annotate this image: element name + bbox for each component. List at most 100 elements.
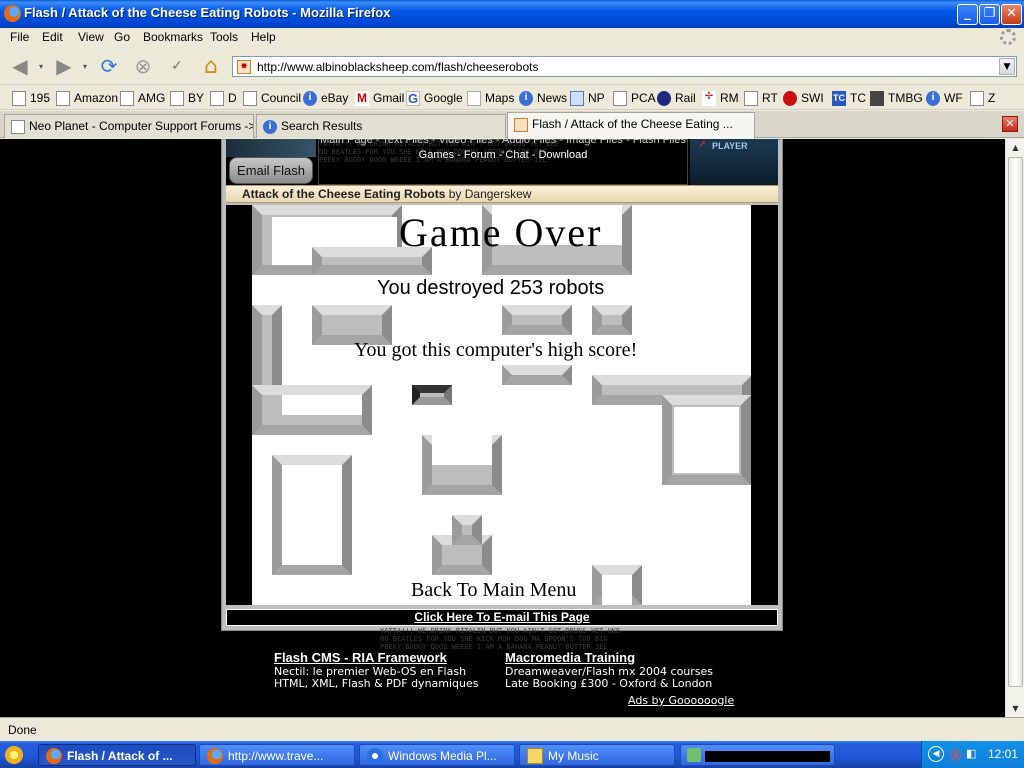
flash-player-button[interactable]: ➚ PLAYER — [690, 139, 778, 185]
back-history-dropdown[interactable]: ▾ — [36, 53, 46, 79]
volume-icon[interactable]: ◧ — [966, 747, 976, 760]
maze-wall — [502, 365, 572, 385]
ad-flash-cms[interactable]: Flash CMS - RIA Framework Nectil: le pre… — [274, 651, 479, 690]
menu-tools[interactable]: Tools — [210, 30, 238, 44]
bookmark-council[interactable]: Council — [243, 90, 301, 106]
high-score-message: You got this computer's high score! — [354, 339, 638, 361]
minimize-button[interactable]: _ — [957, 4, 978, 25]
bookmark-rail[interactable]: Rail — [657, 90, 696, 106]
system-tray: ◀ ⓐ ◧ 12:01 — [921, 741, 1024, 768]
ad-title[interactable]: Macromedia Training — [505, 651, 713, 664]
bookmark-wf[interactable]: i WF — [926, 90, 963, 106]
menu-bookmarks[interactable]: Bookmarks — [143, 30, 203, 44]
bookmark-amg[interactable]: AMG — [120, 90, 165, 106]
scroll-down-icon[interactable]: ▼ — [1008, 701, 1023, 716]
menu-go[interactable]: Go — [114, 30, 130, 44]
tab-neo-planet[interactable]: Neo Planet - Computer Support Forums -> … — [4, 114, 254, 138]
bookmark-tc[interactable]: TC TC — [832, 90, 866, 106]
url-text: http://www.albinoblacksheep.com/flash/ch… — [257, 60, 539, 74]
forward-history-dropdown[interactable]: ▾ — [80, 53, 90, 79]
page-icon — [210, 90, 224, 106]
url-dropdown-icon[interactable]: ▼ — [999, 58, 1015, 75]
tray-expand-icon[interactable]: ◀ — [928, 746, 944, 762]
menu-help[interactable]: Help — [251, 30, 276, 44]
header-art — [226, 139, 316, 157]
email-page-link[interactable]: Click Here To E-mail This Page — [226, 609, 778, 626]
start-icon[interactable] — [2, 744, 26, 766]
page-icon — [11, 120, 25, 134]
bookmark-d[interactable]: D — [210, 90, 237, 106]
site-nav: YATTA!!! WE DRINK RITALIN BUT YOU AIN'T … — [318, 139, 688, 185]
game-title-strip: Attack of the Cheese Eating Robots by Da… — [226, 185, 778, 203]
menu-edit[interactable]: Edit — [42, 30, 63, 44]
page-icon — [12, 90, 26, 106]
tab-search-results[interactable]: i Search Results — [256, 114, 506, 138]
ad-macromedia-training[interactable]: Macromedia Training Dreamweaver/Flash mx… — [505, 651, 713, 690]
menu-file[interactable]: File — [10, 30, 29, 44]
tray-app-icon[interactable]: ⓐ — [950, 747, 961, 763]
bookmark-rt[interactable]: RT — [744, 90, 778, 106]
bookmark-z[interactable]: Z — [970, 90, 995, 106]
page-icon — [56, 90, 70, 106]
bookmark-google[interactable]: G Google — [406, 90, 463, 106]
forward-icon[interactable]: ▶ — [50, 53, 78, 79]
taskbar-item-media-player[interactable]: Windows Media Pl... — [359, 744, 515, 766]
reload-icon[interactable]: ⟳ — [95, 53, 123, 79]
maximize-button[interactable]: ❐ — [979, 4, 1000, 25]
taskbar-item-firefox-2[interactable]: http://www.trave... — [199, 744, 355, 766]
folder-icon — [527, 748, 543, 764]
redaction-bar — [705, 751, 830, 762]
close-button[interactable]: ✕ — [1001, 4, 1022, 25]
bookmark-gmail[interactable]: M Gmail — [355, 90, 404, 106]
ad-title[interactable]: Flash CMS - RIA Framework — [274, 651, 479, 664]
bookmark-pca[interactable]: PCA — [613, 90, 656, 106]
tc-icon: TC — [832, 90, 846, 106]
bookmark-ebay[interactable]: i eBay — [303, 90, 348, 106]
arrow-icon: ➚ — [698, 139, 707, 150]
maze-gap — [282, 395, 362, 415]
scroll-up-icon[interactable]: ▲ — [1008, 140, 1023, 155]
score-message: You destroyed 253 robots — [377, 277, 605, 299]
ad-line: Late Booking £300 - Oxford & London — [505, 677, 713, 690]
status-bar: Done — [0, 717, 1024, 741]
spellcheck-icon[interactable]: ✓ — [163, 53, 191, 79]
close-tab-icon[interactable]: ✕ — [1002, 116, 1018, 132]
back-icon[interactable]: ◀ — [6, 53, 34, 79]
clock: 12:01 — [987, 747, 1018, 761]
gmail-icon: M — [355, 90, 369, 106]
maps-icon — [467, 90, 481, 106]
bookmark-amazon[interactable]: Amazon — [56, 90, 118, 106]
ads-by-google-link[interactable]: Ads by Goooooogle — [628, 694, 734, 707]
bookmark-news[interactable]: i News — [519, 90, 567, 106]
site-favicon — [514, 118, 528, 132]
tab-cheese-robots[interactable]: Flash / Attack of the Cheese Eating ... — [507, 112, 755, 139]
bookmark-rm[interactable]: ✢ RM — [702, 90, 739, 106]
back-to-main-menu-button[interactable]: Back To Main Menu — [411, 579, 576, 602]
bookmark-by[interactable]: BY — [170, 90, 204, 106]
taskbar-item-my-music[interactable]: My Music — [519, 744, 675, 766]
scroll-thumb[interactable] — [1008, 157, 1023, 687]
player-label: PLAYER — [712, 141, 748, 151]
taskbar-item-redacted[interactable] — [680, 744, 835, 766]
np-icon — [570, 90, 584, 106]
url-bar[interactable]: ✸ http://www.albinoblacksheep.com/flash/… — [232, 56, 1017, 77]
title-bar[interactable]: Flash / Attack of the Cheese Eating Robo… — [0, 0, 1024, 28]
info-icon: i — [519, 90, 533, 106]
status-text: Done — [8, 723, 37, 737]
bookmark-tmbg[interactable]: TMBG — [870, 90, 923, 106]
vertical-scrollbar[interactable]: ▲ ▼ — [1005, 139, 1024, 717]
game-stage[interactable]: Game Over You destroyed 253 robots You g… — [252, 205, 751, 605]
bookmark-np[interactable]: NP — [570, 90, 605, 106]
media-player-icon — [367, 748, 383, 764]
menu-view[interactable]: View — [78, 30, 104, 44]
firefox-icon — [4, 5, 21, 22]
stop-icon[interactable]: ⊗ — [129, 53, 157, 79]
home-icon[interactable]: ⌂ — [197, 53, 225, 79]
site-nav-line2[interactable]: Games - Forum - Chat - Download — [319, 149, 687, 161]
bookmark-maps[interactable]: Maps — [467, 90, 514, 106]
email-flash-button[interactable]: Email Flash — [229, 157, 313, 184]
bookmark-swi[interactable]: SWI — [783, 90, 824, 106]
bookmark-195[interactable]: 195 — [12, 90, 50, 106]
maze-wall — [452, 515, 482, 545]
taskbar-item-firefox[interactable]: Flash / Attack of ... — [38, 744, 196, 766]
